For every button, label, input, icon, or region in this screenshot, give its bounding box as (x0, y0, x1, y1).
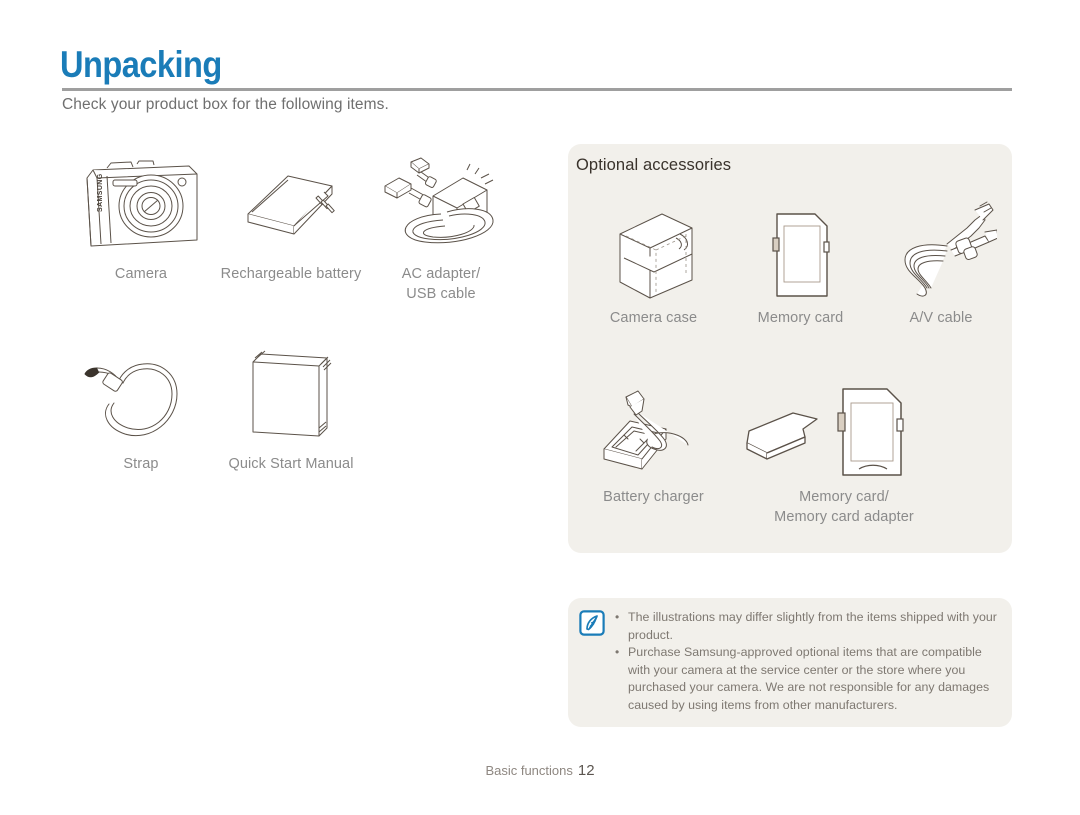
battery-icon (236, 152, 346, 264)
item-camera-case: Camera case (576, 198, 731, 328)
item-strap: Strap (62, 344, 220, 474)
optional-accessories-panel: Optional accessories Camera case Memory … (568, 144, 1012, 553)
item-rechargeable-battery: Rechargeable battery (212, 152, 370, 284)
svg-text:SAMSUNG: SAMSUNG (97, 173, 104, 212)
note-pen-icon (579, 610, 605, 636)
note-bullet-list: The illustrations may differ slightly fr… (615, 609, 997, 714)
item-battery-charger: Battery charger (576, 377, 731, 507)
strap-icon (81, 344, 201, 454)
ac-adapter-usb-cable-icon (371, 152, 511, 264)
item-label: Battery charger (603, 489, 704, 505)
note-bullet: The illustrations may differ slightly fr… (615, 609, 997, 644)
item-label: A/V cable (909, 310, 973, 326)
camera-icon: SAMSUNG (77, 152, 205, 264)
item-label: Strap (123, 456, 159, 472)
item-av-cable: A/V cable (870, 198, 1012, 328)
memory-card-adapter-icon (731, 377, 957, 487)
item-label: AC adapter/ USB cable (401, 266, 481, 302)
note-bullet: Purchase Samsung-approved optional items… (615, 644, 997, 714)
item-label: Camera (114, 266, 168, 282)
item-camera: SAMSUNG Camera (62, 152, 220, 284)
item-label: Rechargeable battery (220, 266, 362, 282)
footer: Basic functions 12 (0, 762, 1080, 779)
item-label: Memory card (757, 310, 844, 326)
item-memory-card: Memory card (723, 198, 878, 328)
item-memory-card-adapter: Memory card/ Memory card adapter (731, 377, 957, 527)
footer-page-number: 12 (577, 762, 595, 779)
camera-case-icon (598, 198, 710, 308)
quick-start-manual-icon (231, 344, 351, 454)
item-quick-start-manual: Quick Start Manual (212, 344, 370, 474)
optional-accessories-heading: Optional accessories (576, 156, 732, 174)
battery-charger-icon (594, 377, 714, 487)
item-label: Memory card/ Memory card adapter (774, 489, 914, 525)
memory-card-icon (745, 198, 857, 308)
note-box: The illustrations may differ slightly fr… (568, 598, 1012, 727)
av-cable-icon (885, 198, 997, 308)
page-title: Unpacking (60, 44, 222, 85)
item-label: Camera case (609, 310, 698, 326)
item-ac-adapter-usb-cable: AC adapter/ USB cable (362, 152, 520, 304)
page-subtitle: Check your product box for the following… (62, 96, 389, 113)
footer-section-label: Basic functions (485, 763, 573, 778)
item-label: Quick Start Manual (228, 456, 354, 472)
title-divider (62, 88, 1012, 91)
